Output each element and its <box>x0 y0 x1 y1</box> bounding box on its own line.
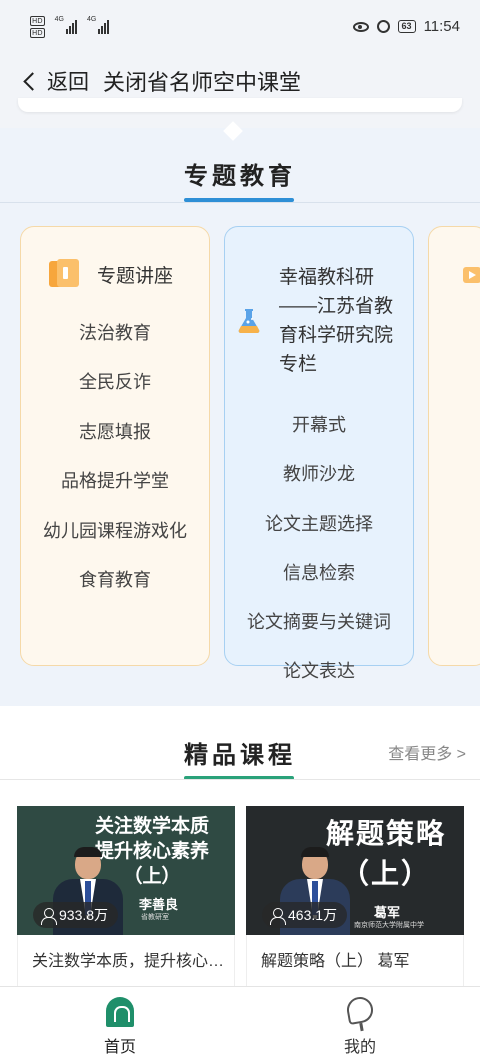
section-divider <box>0 202 480 203</box>
topic-item[interactable]: 全民反诈 <box>21 358 209 407</box>
collapsed-panel <box>18 98 462 112</box>
status-bar: HD HD 4G 4G 63 11:54 <box>0 0 480 56</box>
course-title[interactable]: 解题策略（上） 葛军 <box>246 935 464 989</box>
battery-icon: 63 <box>397 20 416 33</box>
hd-badge: HD <box>30 16 45 26</box>
tab-home-label: 首页 <box>103 1039 136 1056</box>
presenter-name: 葛军 <box>374 906 401 921</box>
network-indicators: HD HD 4G 4G <box>30 16 110 38</box>
signal-icon: 4G <box>87 16 110 34</box>
view-count-badge: 463.1万 <box>262 902 348 928</box>
topic-item[interactable]: 食育教育 <box>21 556 209 605</box>
course-card[interactable]: 解题策略 （上） 葛军 南京师范大学附属中学 463.1万 解题策略（上） 葛军 <box>246 806 464 989</box>
view-count: 933.8万 <box>59 907 109 923</box>
view-count: 463.1万 <box>288 907 338 923</box>
flask-icon <box>238 309 260 334</box>
presenter-affiliation: 省教研室 <box>141 914 169 921</box>
topic-card-title: 幸福教科研——江苏省教育科学研究院专栏 <box>279 267 394 375</box>
zhuanti-section-title: 专题教育 <box>184 163 296 190</box>
topic-item[interactable]: 幼儿园课程游戏化 <box>21 507 209 556</box>
topic-item[interactable]: 志愿填报 <box>21 408 209 457</box>
tab-me[interactable]: 我的 <box>300 987 420 1061</box>
home-icon <box>104 995 136 1029</box>
user-icon <box>41 907 57 925</box>
view-count-badge: 933.8万 <box>33 902 119 928</box>
book-icon <box>49 259 79 289</box>
see-more-link[interactable]: 查看更多 > <box>388 740 466 764</box>
presenter-name: 李善良 <box>139 898 179 913</box>
user-icon <box>270 907 286 925</box>
tab-home[interactable]: 首页 <box>60 987 180 1061</box>
topic-item[interactable]: 开幕式 <box>225 401 413 450</box>
topic-card-title: 专题讲座 <box>97 265 174 287</box>
eye-comfort-icon <box>352 21 369 32</box>
course-title[interactable]: 关注数学本质，提升核心素养（上） <box>17 935 235 989</box>
section-divider <box>0 779 480 780</box>
course-thumbnail[interactable]: 解题策略 （上） 葛军 南京师范大学附属中学 463.1万 <box>246 806 464 935</box>
back-chevron-icon[interactable] <box>23 71 42 91</box>
topic-item[interactable]: 法治教育 <box>21 309 209 358</box>
clock: 11:54 <box>423 18 460 35</box>
course-thumbnail[interactable]: 关注数学本质 提升核心素养 （上） 李善良 省教研室 933.8万 <box>17 806 235 935</box>
topic-card-next[interactable] <box>428 226 480 666</box>
topic-card-lectures[interactable]: 专题讲座 法治教育 全民反诈 志愿填报 品格提升学堂 幼儿园课程游戏化 食育教育 <box>20 226 210 666</box>
page-title: 关闭省名师空中课堂 <box>103 70 302 95</box>
hd-badge: HD <box>30 28 45 38</box>
video-icon <box>463 267 480 283</box>
course-card[interactable]: 关注数学本质 提升核心素养 （上） 李善良 省教研室 933.8万 关注数学本质… <box>17 806 235 989</box>
bottom-tab-bar: 首页 我的 <box>0 986 480 1061</box>
tab-me-label: 我的 <box>343 1039 376 1056</box>
signal-icon: 4G <box>55 16 77 34</box>
topic-item[interactable]: 品格提升学堂 <box>21 457 209 506</box>
topic-item[interactable]: 论文主题选择 <box>225 500 413 549</box>
topic-item[interactable]: 信息检索 <box>225 549 413 598</box>
topic-item[interactable]: 论文表达 <box>225 647 413 696</box>
topic-card-research[interactable]: 幸福教科研——江苏省教育科学研究院专栏 开幕式 教师沙龙 论文主题选择 信息检索… <box>224 226 414 681</box>
alarm-icon <box>376 20 390 33</box>
profile-icon <box>344 994 376 1029</box>
topic-item[interactable]: 论文摘要与关键词 <box>225 598 413 647</box>
topic-item[interactable]: 教师沙龙 <box>225 450 413 499</box>
presenter-affiliation: 南京师范大学附属中学 <box>354 922 424 929</box>
back-button[interactable]: 返回 <box>47 66 89 96</box>
